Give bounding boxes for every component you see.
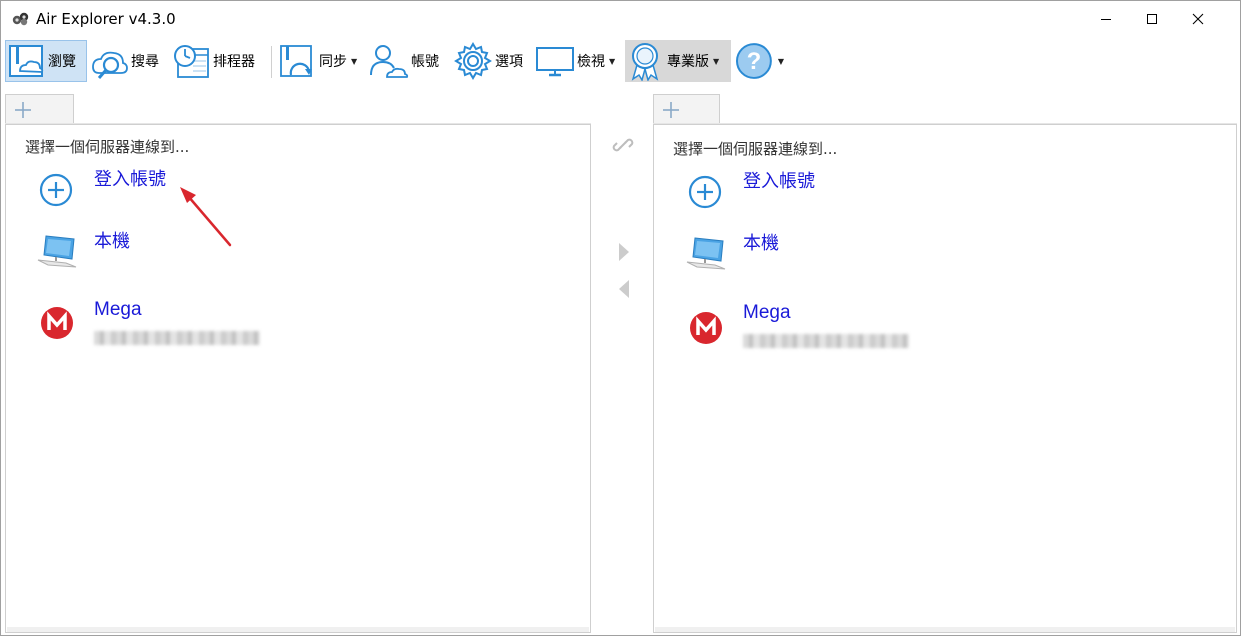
sync-icon [280,45,312,77]
window-title: Air Explorer v4.3.0 [36,10,176,28]
close-button[interactable] [1175,1,1221,37]
minimize-icon [1101,19,1111,20]
mega-logo-icon [41,307,73,339]
left-local-computer-link[interactable]: 本機 [94,227,130,253]
pro-version-button[interactable]: 專業版 ▼ [625,40,731,82]
right-server-pane: 選擇一個伺服器連線到... 登入帳號 本機 Mega [653,124,1237,633]
right-local-computer-link[interactable]: 本機 [743,229,779,255]
left-pane-bottom-bar [7,627,589,632]
app-logo-icon [12,12,29,26]
scheduler-label: 排程器 [213,54,255,70]
view-dropdown-arrow-icon: ▼ [609,56,616,66]
copy-left-arrow-icon[interactable] [617,278,631,300]
browse-button[interactable]: 瀏覽 [5,40,87,82]
sync-label: 同步 [319,54,347,70]
computer-icon [686,237,726,270]
toolbar-separator [271,46,272,78]
pro-dropdown-arrow-icon: ▼ [713,56,720,66]
monitor-icon [536,47,574,77]
left-pane-hint: 選擇一個伺服器連線到... [25,138,190,156]
copy-right-arrow-icon[interactable] [617,241,631,263]
accounts-icon [370,45,409,78]
maximize-icon [1147,14,1157,24]
app-window: Air Explorer v4.3.0 瀏覽 搜尋 排程器 同步 ▼ 帳號 選項… [0,0,1241,636]
left-server-pane: 選擇一個伺服器連線到... 登入帳號 本機 Mega [5,124,591,633]
view-label: 檢視 [577,54,605,70]
options-button[interactable]: 選項 [453,40,529,82]
add-circle-icon[interactable] [38,172,74,208]
right-pane-bottom-bar [655,627,1235,632]
pro-version-label: 專業版 [667,54,709,70]
gear-icon [454,42,492,80]
scheduler-button[interactable]: 排程器 [171,40,265,82]
sync-dropdown-arrow-icon: ▼ [351,56,358,66]
help-button[interactable]: ? ▼ [734,40,784,82]
options-label: 選項 [495,54,523,70]
search-icon [92,51,128,79]
main-toolbar: 瀏覽 搜尋 排程器 同步 ▼ 帳號 選項 檢視 ▼ 專業版 ▼ ? ▼ [1,38,791,85]
right-mega-account-email-redacted [743,334,909,348]
left-mega-account-email-redacted [94,331,260,345]
minimize-button[interactable] [1083,1,1129,37]
accounts-label: 帳號 [411,54,439,70]
search-button[interactable]: 搜尋 [89,40,167,82]
left-mega-link[interactable]: Mega [94,299,142,321]
plus-icon [663,101,679,118]
svg-text:?: ? [747,48,762,75]
search-label: 搜尋 [131,54,159,70]
browse-icon [9,45,44,77]
sync-button[interactable]: 同步 ▼ [277,40,367,82]
title-bar: Air Explorer v4.3.0 [1,1,1240,37]
computer-icon [37,235,77,268]
left-login-account-link[interactable]: 登入帳號 [94,165,166,191]
link-panes-icon[interactable] [612,134,634,156]
close-icon [1192,13,1204,25]
right-new-tab-button[interactable] [653,94,720,124]
mega-logo-icon [690,312,722,344]
view-button[interactable]: 檢視 ▼ [535,40,623,82]
right-mega-link[interactable]: Mega [743,302,791,324]
browse-label: 瀏覽 [48,54,76,70]
award-badge-icon [631,43,659,81]
maximize-button[interactable] [1129,1,1175,37]
scheduler-icon [174,45,209,78]
left-new-tab-button[interactable] [5,94,74,124]
plus-icon [15,101,31,118]
accounts-button[interactable]: 帳號 [369,40,445,82]
annotation-arrow [180,187,232,247]
right-pane-hint: 選擇一個伺服器連線到... [673,140,838,158]
add-circle-icon[interactable] [687,174,723,210]
help-icon: ? [735,43,772,79]
help-dropdown-arrow-icon: ▼ [777,56,784,66]
right-login-account-link[interactable]: 登入帳號 [743,167,815,193]
